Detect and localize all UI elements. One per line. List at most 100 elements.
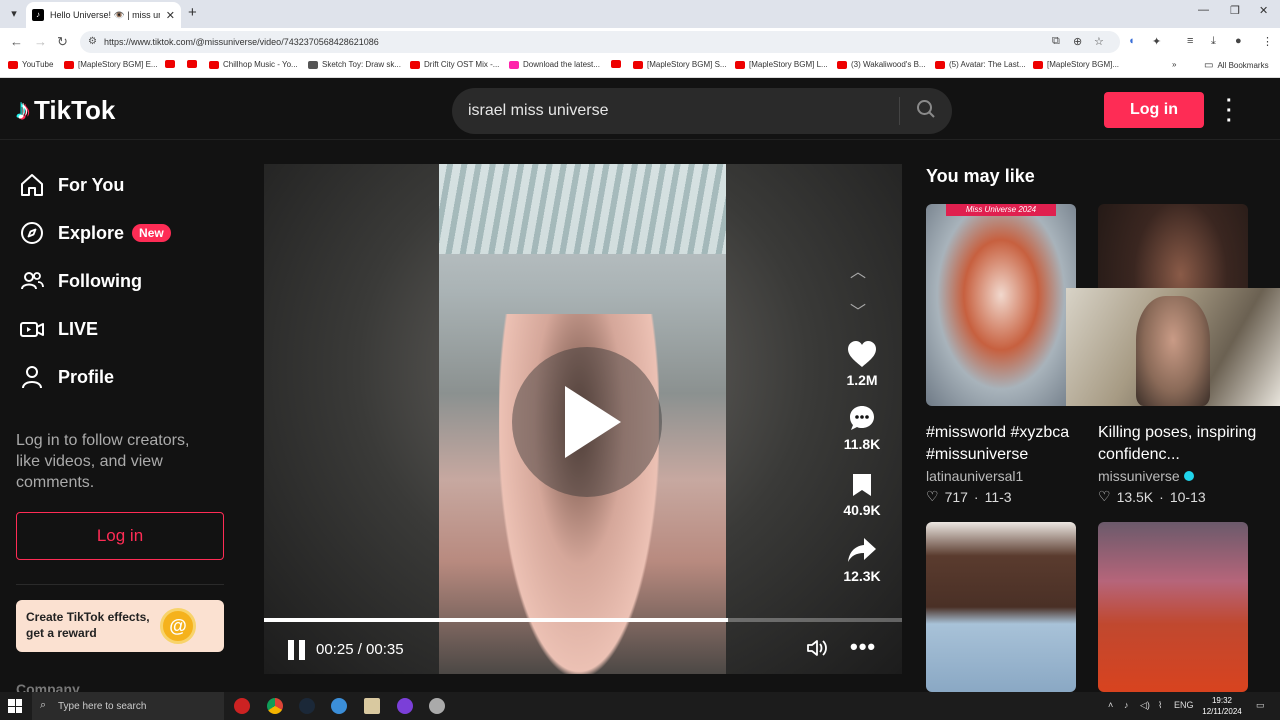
bookmark-item[interactable]: [MapleStory BGM] S... xyxy=(633,60,727,69)
recommendation-card[interactable] xyxy=(1098,522,1248,692)
minimize-icon[interactable]: — xyxy=(1198,4,1209,16)
close-window-icon[interactable]: ✕ xyxy=(1259,4,1268,17)
new-tab-icon[interactable]: + xyxy=(188,4,197,21)
browser-menu-icon[interactable]: ⋮ xyxy=(1262,35,1273,48)
card-author[interactable]: missuniverse xyxy=(1098,468,1248,484)
youtube-icon xyxy=(209,60,219,69)
restore-icon[interactable]: ❐ xyxy=(1230,4,1240,17)
pause-icon[interactable] xyxy=(288,640,306,660)
tab-close-icon[interactable]: ✕ xyxy=(166,9,175,22)
zoom-icon[interactable]: ⊕ xyxy=(1073,35,1082,48)
previous-video-icon[interactable]: ︿ xyxy=(850,258,866,282)
sidebar-item-for-you[interactable]: For You xyxy=(18,171,124,199)
youtube-icon xyxy=(735,60,745,69)
bookmark-item[interactable]: Drift City OST Mix -... xyxy=(410,60,499,69)
search-icon: ⌕ xyxy=(40,699,47,711)
tiktok-logo[interactable]: ♪ TikTok xyxy=(16,94,115,126)
reading-list-icon[interactable]: ≡ xyxy=(1187,35,1193,47)
windows-start-icon[interactable] xyxy=(8,699,22,713)
taskbar-clock[interactable]: 19:32 12/11/2024 xyxy=(1196,695,1248,717)
search-input[interactable]: israel miss universe xyxy=(468,102,899,120)
app-icon[interactable] xyxy=(331,698,347,714)
login-button[interactable]: Log in xyxy=(1104,92,1204,128)
recommendation-card[interactable] xyxy=(926,522,1076,692)
browser-tab-active[interactable]: ♪ Hello Universe! 👁️ | miss unive ✕ xyxy=(26,2,181,28)
discord-icon[interactable] xyxy=(397,698,413,714)
bookmark-item[interactable]: (3) Wakaliwood's B... xyxy=(837,60,926,69)
recommendation-card[interactable]: Miss Universe 2024 #missworld #xyzbca #m… xyxy=(926,204,1076,505)
bookmark-item[interactable] xyxy=(165,60,175,68)
tiktok-note-icon: ♪ xyxy=(16,94,30,125)
bookmark-item[interactable]: [MapleStory BGM] L... xyxy=(735,60,828,69)
site-info-icon[interactable]: ⚙ xyxy=(88,36,97,47)
network-icon[interactable]: ⌇ xyxy=(1158,700,1162,711)
bookmark-item[interactable]: [MapleStory BGM]... xyxy=(1033,60,1119,69)
play-button[interactable] xyxy=(512,347,662,497)
speaker-icon[interactable]: ◁) xyxy=(1140,700,1150,711)
bookmark-star-icon[interactable]: ☆ xyxy=(1094,35,1104,48)
search-icon[interactable] xyxy=(900,99,952,124)
company-link[interactable]: Company xyxy=(16,681,80,692)
save-action[interactable]: 40.9K xyxy=(832,472,892,518)
following-people-icon xyxy=(18,267,46,295)
share-action[interactable]: 12.3K xyxy=(832,536,892,584)
bookmark-item[interactable]: Sketch Toy: Draw sk... xyxy=(308,60,401,69)
bookmarks-overflow-icon[interactable]: » xyxy=(1172,60,1176,69)
youtube-icon xyxy=(837,60,847,69)
video-more-icon[interactable]: ••• xyxy=(850,634,876,660)
profile-avatar-icon[interactable]: ● xyxy=(1235,35,1242,47)
compass-icon xyxy=(18,219,46,247)
address-bar[interactable]: ⚙ https://www.tiktok.com/@missuniverse/v… xyxy=(80,31,1120,53)
all-bookmarks[interactable]: ▭ All Bookmarks xyxy=(1204,60,1269,71)
extension-icon[interactable]: ◖ xyxy=(1128,35,1135,47)
bookmark-item[interactable] xyxy=(187,60,197,68)
reward-coin-icon: @ xyxy=(160,608,196,644)
app-icon[interactable] xyxy=(234,698,250,714)
more-options-icon[interactable]: · · · xyxy=(1226,91,1233,131)
search-bar[interactable]: israel miss universe xyxy=(452,88,952,134)
video-player[interactable]: 00:25 / 00:35 ••• xyxy=(264,164,902,674)
login-prompt-text: Log in to follow creators, like videos, … xyxy=(16,432,190,491)
install-app-icon[interactable]: ⧉ xyxy=(1052,35,1060,48)
sidebar-item-explore[interactable]: Explore New xyxy=(18,219,171,247)
tab-title: Hello Universe! 👁️ | miss unive xyxy=(50,9,160,20)
bookmark-item[interactable]: [MapleStory BGM] E... xyxy=(64,60,158,69)
bookmark-item[interactable]: YouTube xyxy=(8,60,53,69)
taskbar-search-box[interactable]: ⌕ Type here to search xyxy=(32,692,224,720)
input-language[interactable]: ENG xyxy=(1174,700,1194,710)
mic-icon[interactable]: ♪ xyxy=(1124,700,1129,710)
create-effects-banner[interactable]: Create TikTok effects, get a reward @ xyxy=(16,600,224,652)
back-icon[interactable]: ← xyxy=(10,34,23,49)
tray-overflow-icon[interactable]: ˄ xyxy=(1108,700,1113,710)
like-action[interactable]: 1.2M xyxy=(832,340,892,388)
windows-taskbar: ⌕ Type here to search ˄ ♪ ◁) ⌇ ENG 19:32… xyxy=(0,692,1280,720)
downloads-icon[interactable]: ⤓ xyxy=(1211,35,1216,48)
card-author[interactable]: latinauniversal1 xyxy=(926,468,1076,484)
video-progress-bar[interactable] xyxy=(264,618,902,622)
sidebar-item-live[interactable]: LIVE xyxy=(18,315,98,343)
sidebar-item-following[interactable]: Following xyxy=(18,267,142,295)
sidebar-login-button[interactable]: Log in xyxy=(16,512,224,560)
steam-icon[interactable] xyxy=(299,698,315,714)
bookmark-item[interactable]: (5) Avatar: The Last... xyxy=(935,60,1026,69)
volume-icon[interactable] xyxy=(806,638,828,663)
tab-search-icon[interactable]: ▾ xyxy=(4,4,24,24)
chrome-icon[interactable] xyxy=(267,698,283,714)
heart-icon xyxy=(848,341,876,367)
bookmark-item[interactable]: Chillhop Music - Yo... xyxy=(209,60,298,69)
reload-icon[interactable]: ↻ xyxy=(57,34,68,50)
bookmark-item[interactable] xyxy=(611,60,621,68)
extensions-puzzle-icon[interactable]: ✦ xyxy=(1152,35,1161,48)
app-icon[interactable] xyxy=(429,698,445,714)
url-text: https://www.tiktok.com/@missuniverse/vid… xyxy=(104,37,379,47)
app-icon[interactable] xyxy=(364,698,380,714)
next-video-icon[interactable]: ﹀ xyxy=(850,298,866,322)
notification-icon[interactable]: ▭ xyxy=(1256,700,1265,711)
forward-icon[interactable]: → xyxy=(34,34,47,49)
comment-action[interactable]: 11.8K xyxy=(832,404,892,452)
bookmark-item[interactable]: Download the latest... xyxy=(509,60,600,69)
folder-icon: ▭ xyxy=(1204,60,1214,71)
profile-person-icon xyxy=(18,363,46,391)
video-thumbnail xyxy=(1098,522,1248,692)
sidebar-item-profile[interactable]: Profile xyxy=(18,363,114,391)
